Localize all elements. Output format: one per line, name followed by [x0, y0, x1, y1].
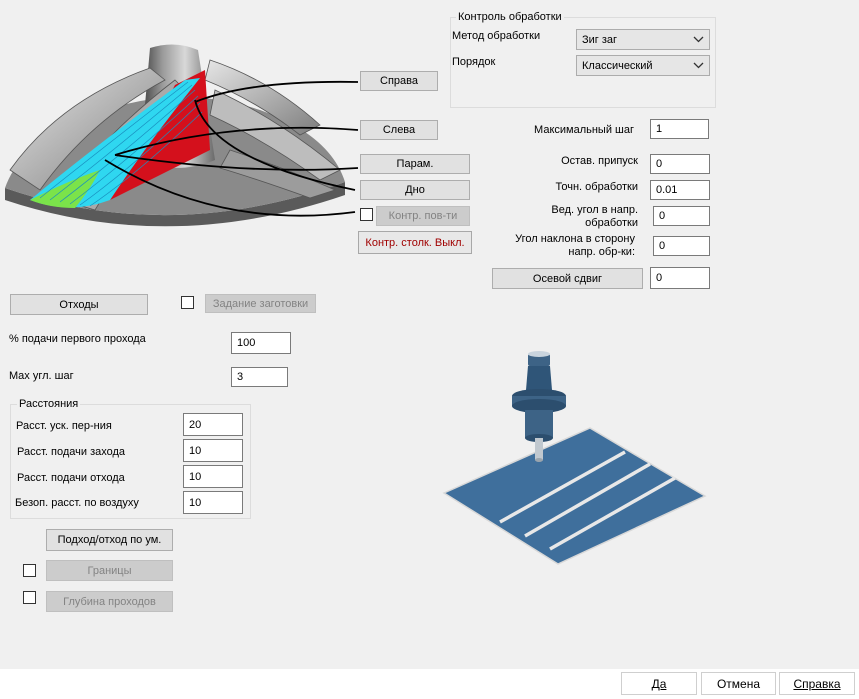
- allowance-label: Остав. припуск: [561, 155, 638, 167]
- safe-distance-input[interactable]: 10: [183, 491, 243, 514]
- order-select-value: Классический: [582, 59, 653, 72]
- chevron-down-icon: [693, 36, 704, 43]
- order-label: Порядок: [452, 56, 496, 68]
- max-step-label: Максимальный шаг: [534, 124, 634, 136]
- method-select-value: Зиг заг: [582, 33, 618, 46]
- first-pass-feed-label: % подачи первого прохода: [9, 333, 146, 345]
- tolerance-label: Точн. обработки: [555, 181, 638, 193]
- approach-distance-input[interactable]: 10: [183, 439, 243, 462]
- ok-button[interactable]: Да: [621, 672, 697, 695]
- depth-checkbox[interactable]: [23, 591, 36, 604]
- tilt-angle-label-1: Угол наклона в сторону: [515, 233, 635, 245]
- impeller-illustration: [5, 44, 359, 227]
- right-view-button[interactable]: Справа: [360, 71, 438, 91]
- bottom-button[interactable]: Дно: [360, 180, 470, 200]
- axial-shift-button[interactable]: Осевой сдвиг: [492, 268, 643, 289]
- ok-button-label: Да: [651, 676, 667, 691]
- boundaries-button[interactable]: Границы: [46, 560, 173, 581]
- machining-control-title: Контроль обработки: [456, 11, 564, 23]
- first-pass-feed-input[interactable]: 100: [231, 332, 291, 354]
- boundaries-checkbox[interactable]: [23, 564, 36, 577]
- cancel-button[interactable]: Отмена: [701, 672, 776, 695]
- order-select[interactable]: Классический: [576, 55, 710, 76]
- distances-title: Расстояния: [17, 398, 81, 410]
- allowance-input[interactable]: 0: [650, 154, 710, 174]
- rapid-distance-input[interactable]: 20: [183, 413, 243, 436]
- left-view-button[interactable]: Слева: [360, 120, 438, 140]
- tilt-angle-input[interactable]: 0: [653, 236, 710, 256]
- tool-illustration: [442, 351, 707, 565]
- tilt-angle-label-2: напр. обр-ки:: [568, 246, 635, 258]
- safe-distance-label: Безоп. расст. по воздуху: [15, 497, 139, 509]
- chevron-down-icon: [693, 62, 704, 69]
- help-button-label: Справка: [793, 676, 841, 691]
- max-step-input[interactable]: 1: [650, 119, 709, 139]
- surface-check-checkbox[interactable]: [360, 208, 373, 221]
- approach-distance-label: Расст. подачи захода: [17, 446, 126, 458]
- stock-checkbox[interactable]: [181, 296, 194, 309]
- max-angle-step-label: Max угл. шаг: [9, 370, 74, 382]
- axial-shift-input[interactable]: 0: [650, 267, 710, 289]
- depth-button[interactable]: Глубина проходов: [46, 591, 173, 612]
- params-button[interactable]: Парам.: [360, 154, 470, 174]
- lead-angle-label-1: Вед. угол в напр.: [551, 204, 638, 216]
- surface-check-button[interactable]: Контр. пов-ти: [376, 206, 470, 226]
- help-button[interactable]: Справка: [779, 672, 855, 695]
- cancel-button-label: Отмена: [716, 676, 761, 691]
- method-select[interactable]: Зиг заг: [576, 29, 710, 50]
- retract-distance-label: Расст. подачи отхода: [17, 472, 125, 484]
- tolerance-input[interactable]: 0.01: [650, 180, 710, 200]
- collision-check-button[interactable]: Контр. столк. Выкл.: [358, 231, 472, 254]
- rapid-distance-label: Расст. уск. пер-ния: [16, 420, 112, 432]
- lead-angle-label-2: обработки: [585, 217, 638, 229]
- max-angle-step-input[interactable]: 3: [231, 367, 288, 387]
- lead-angle-input[interactable]: 0: [653, 206, 710, 226]
- stock-button[interactable]: Задание заготовки: [205, 294, 316, 313]
- retract-button[interactable]: Отходы: [10, 294, 148, 315]
- method-label: Метод обработки: [452, 30, 541, 42]
- retract-distance-input[interactable]: 10: [183, 465, 243, 488]
- default-link-button[interactable]: Подход/отход по ум.: [46, 529, 173, 551]
